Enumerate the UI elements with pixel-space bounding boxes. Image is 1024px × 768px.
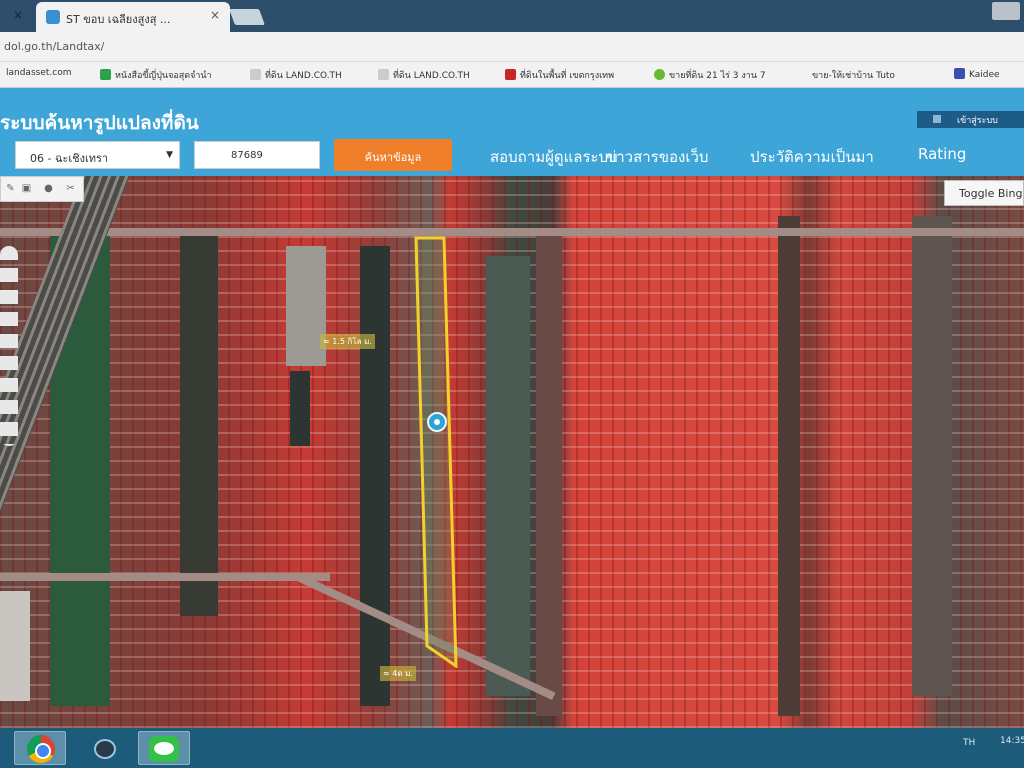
map-building [0, 591, 30, 701]
distance-label: ≈ 1.5 กิโล ม. [320, 334, 375, 349]
bookmarks-bar: landasset.com หนังสือขี้ญี่ปุ่นจอสุดจำนำ… [0, 62, 1024, 88]
login-box[interactable]: เข้าสู่ระบบ [917, 111, 1024, 128]
satellite-map[interactable]: ≈ 1.5 กิโล ม. ≈ 4ด ม. ✎ ▣ ● ✂ Toggle Bin… [0, 176, 1024, 728]
parcel-number-input[interactable]: 87689 [194, 141, 320, 169]
taskbar-app-button[interactable] [86, 731, 126, 765]
nav-rating[interactable]: Rating [918, 145, 966, 163]
distance-label: ≈ 4ด ม. [380, 666, 416, 681]
browser-tab-active[interactable]: ST ขอบ เฉลียงสูงสุ ... × [36, 2, 230, 32]
tray-clock: 14:35 [1000, 736, 1024, 746]
land-parcel-shape [414, 236, 458, 668]
page-icon [378, 69, 389, 80]
tab-title: ST ขอบ เฉลียงสูงสุ ... [66, 13, 171, 26]
bookmark-item[interactable]: ขาย-ให้เช่าบ้าน Tuto [812, 68, 895, 82]
draw-icon[interactable]: ✎ [5, 183, 16, 194]
map-strip [486, 256, 530, 696]
land-parcel-outline[interactable] [413, 236, 461, 668]
point-icon[interactable]: ● [43, 183, 54, 194]
bookmark-icon [505, 69, 516, 80]
search-button[interactable]: ค้นหาข้อมูล [334, 139, 452, 171]
bookmark-item[interactable]: Kaidee [954, 68, 1000, 80]
bookmark-icon [100, 69, 111, 80]
search-button-label: ค้นหาข้อมูล [364, 151, 422, 164]
map-toolbar: ✎ ▣ ● ✂ [0, 176, 84, 202]
bookmark-item[interactable]: หนังสือขี้ญี่ปุ่นจอสุดจำนำ [100, 68, 212, 82]
tray-language[interactable]: TH [963, 738, 975, 748]
taskbar-line-button[interactable] [138, 731, 190, 765]
map-road [0, 228, 1024, 236]
cut-icon[interactable]: ✂ [65, 183, 76, 194]
app-icon [94, 739, 116, 759]
location-pin-icon[interactable] [427, 412, 447, 432]
taskbar-chrome-button[interactable] [14, 731, 66, 765]
nav-news[interactable]: ข่าวสารของเว็บ [606, 145, 708, 169]
map-strip [360, 246, 390, 706]
page-icon [250, 69, 261, 80]
chevron-down-icon: ▼ [166, 150, 173, 160]
bookmark-icon [654, 69, 665, 80]
parcel-number-value: 87689 [231, 150, 263, 161]
address-bar[interactable]: dol.go.th/Landtax/ [0, 32, 1024, 62]
map-road [0, 573, 330, 581]
chrome-icon [27, 735, 55, 763]
nav-contact-admin[interactable]: สอบถามผู้ดูแลระบบ [490, 145, 618, 169]
province-select-value: 06 - ฉะเชิงเทรา [30, 152, 109, 165]
url-text[interactable]: dol.go.th/Landtax/ [4, 40, 104, 53]
tab-favicon-icon [46, 10, 60, 24]
kaidee-icon [954, 68, 965, 79]
map-strip [536, 236, 562, 716]
select-icon[interactable]: ▣ [21, 183, 32, 194]
bookmark-item[interactable]: ที่ดิน LAND.CO.TH [250, 68, 342, 82]
login-label: เข้าสู่ระบบ [957, 116, 998, 126]
login-icon [933, 115, 941, 123]
toggle-bing-label: Toggle Bing [959, 187, 1023, 200]
window-control-button[interactable] [992, 2, 1020, 20]
map-building [290, 371, 310, 446]
app-title: ระบบค้นหารูปแปลงที่ดิน [0, 112, 199, 134]
line-icon [149, 736, 179, 762]
tab-close-icon[interactable]: × [210, 8, 220, 22]
map-field [180, 236, 218, 616]
province-select[interactable]: 06 - ฉะเชิงเทรา ▼ [15, 141, 180, 169]
new-tab-button[interactable] [229, 9, 265, 25]
bookmark-item[interactable]: ขายที่ดิน 21 ไร่ 3 งาน 7 [654, 68, 766, 82]
map-strip [912, 216, 952, 696]
map-storage-tanks [0, 246, 18, 446]
close-tab-icon[interactable]: × [10, 8, 26, 24]
nav-history[interactable]: ประวัติความเป็นมา [750, 145, 874, 169]
bookmark-item[interactable]: ที่ดิน LAND.CO.TH [378, 68, 470, 82]
map-strip [778, 216, 800, 716]
bookmark-item[interactable]: ที่ดินในพื้นที่ เขตกรุงเทพ [505, 68, 614, 82]
toggle-bing-button[interactable]: Toggle Bing [944, 180, 1024, 206]
bookmark-item[interactable]: landasset.com [6, 68, 71, 78]
browser-tabbar: × ST ขอบ เฉลียงสูงสุ ... × [0, 0, 1024, 32]
